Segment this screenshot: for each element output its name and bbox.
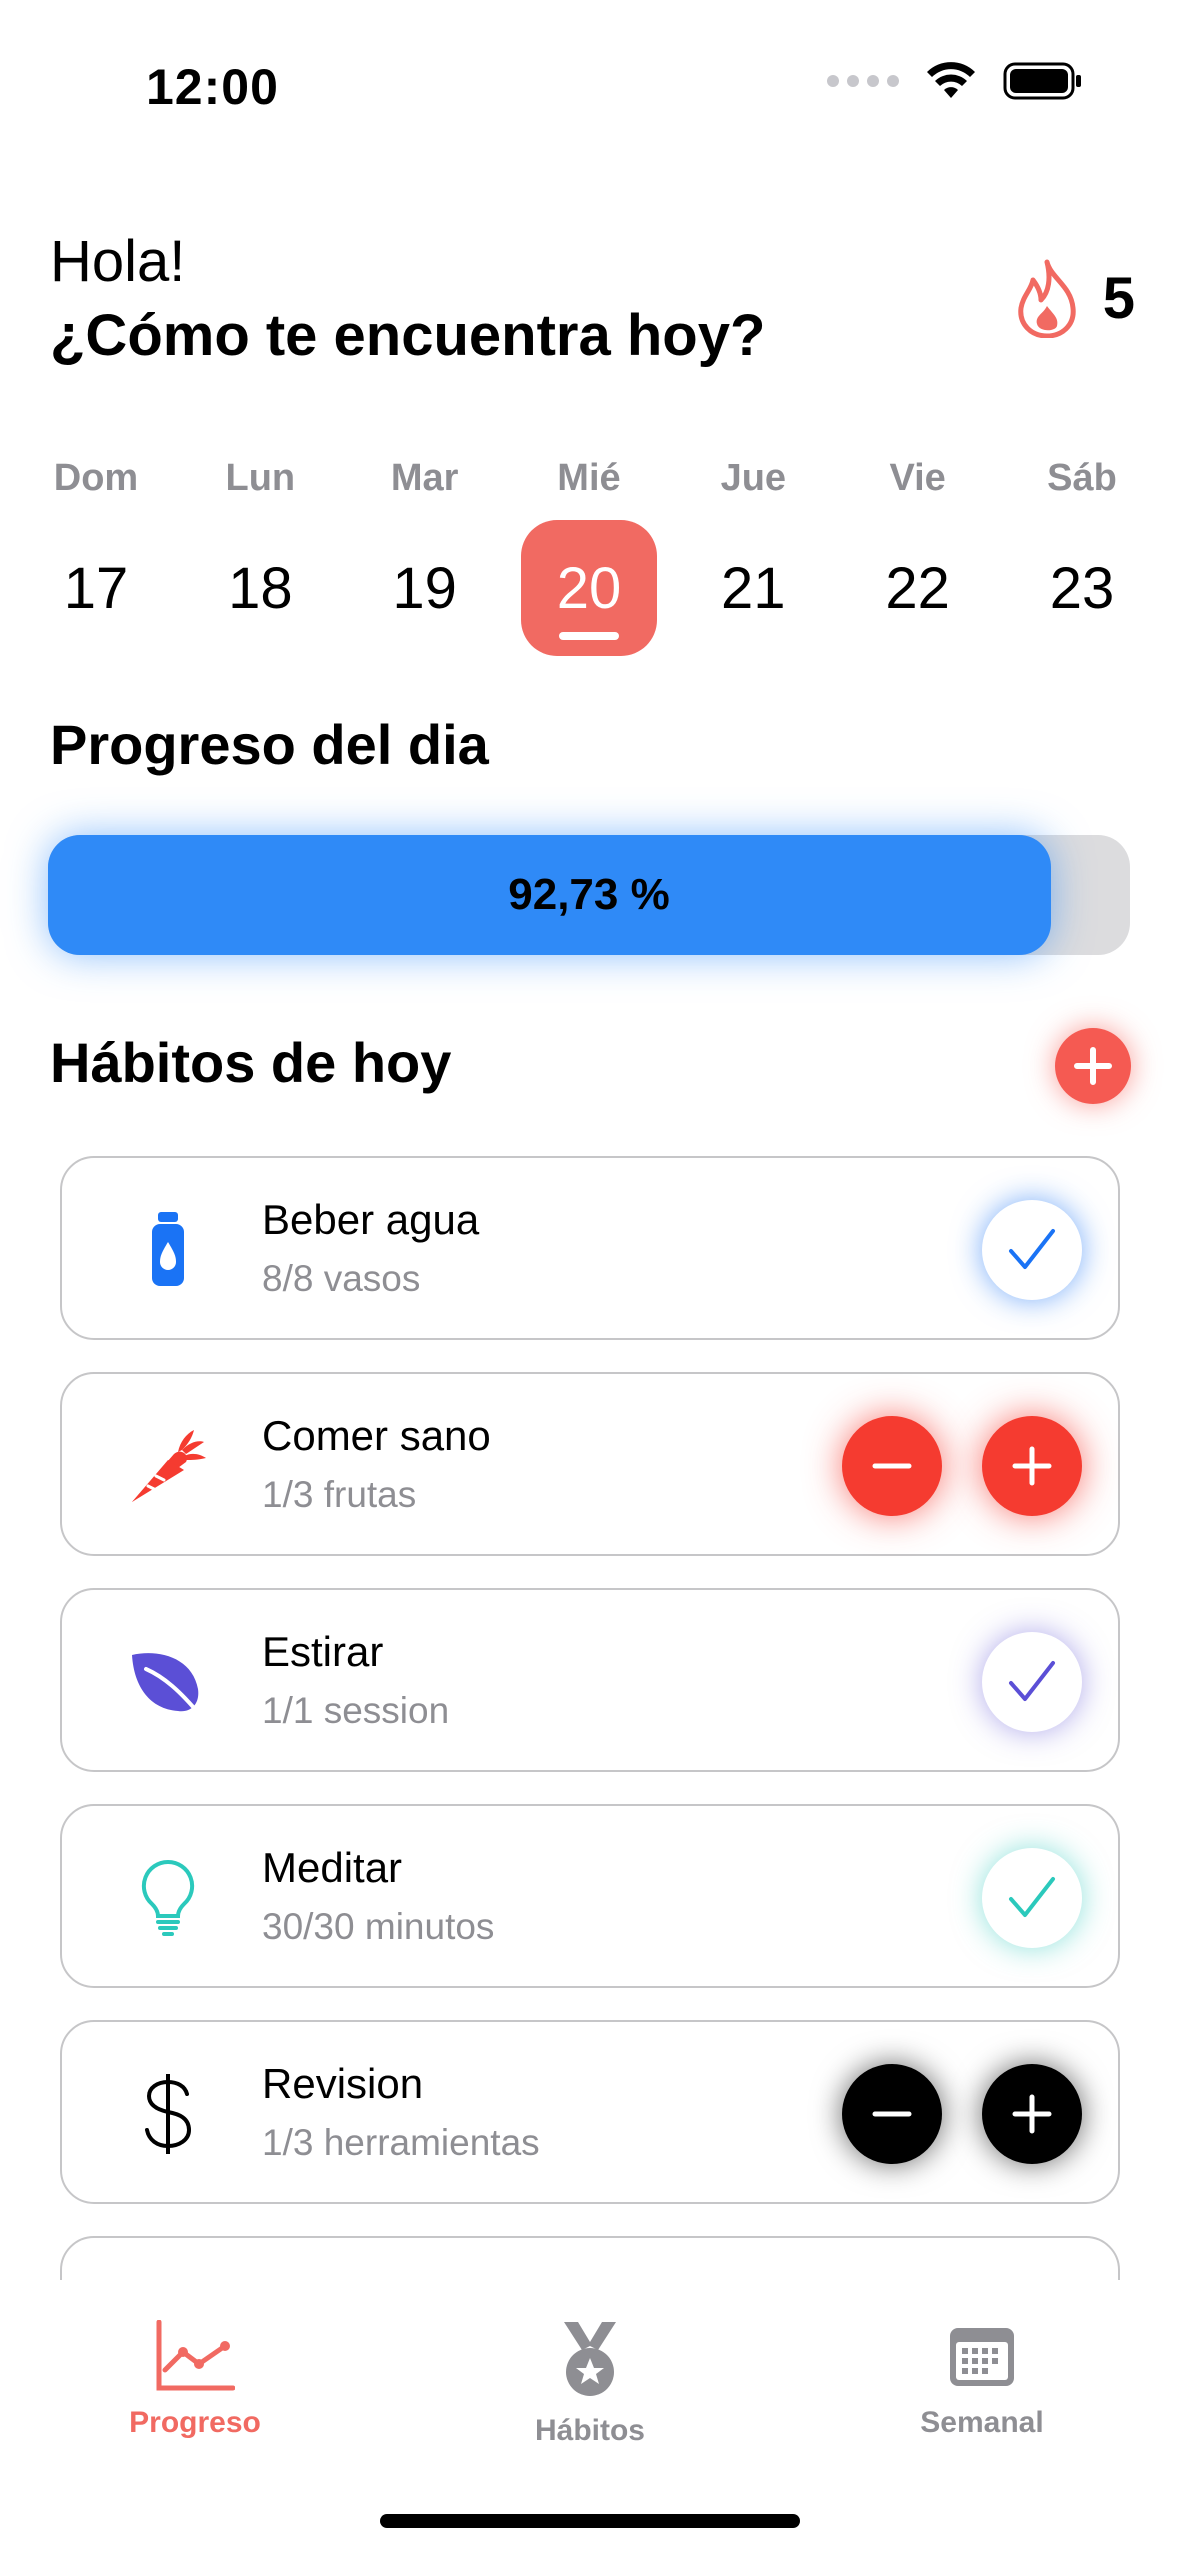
greeting: Hola! ¿Cómo te encuentra hoy? <box>50 225 765 373</box>
habit-card-meditar[interactable]: Meditar 30/30 minutos <box>60 1804 1120 1988</box>
habit-progress: 1/1 session <box>262 1690 450 1731</box>
checkmark-icon <box>1009 1229 1055 1269</box>
day-monday[interactable]: Lun 18 <box>192 448 328 656</box>
decrement-button[interactable] <box>842 1416 942 1516</box>
day-wednesday-selected[interactable]: Mié 20 <box>520 448 657 656</box>
habit-progress: 8/8 vasos <box>262 1258 421 1299</box>
day-name: Lun <box>225 457 296 499</box>
day-number: 19 <box>392 555 457 621</box>
lightbulb-icon <box>118 1848 218 1948</box>
leaf-icon <box>118 1632 218 1732</box>
habit-name: Beber agua <box>262 1196 480 1243</box>
day-saturday[interactable]: Sáb 23 <box>1014 448 1150 656</box>
flame-icon <box>1018 259 1076 338</box>
day-name: Dom <box>53 457 139 499</box>
habit-list[interactable]: Beber agua 8/8 vasos Comer sano 1/3 frut… <box>60 1156 1120 2280</box>
battery-icon <box>1003 62 1081 100</box>
carrot-icon <box>118 1416 218 1516</box>
habit-complete-button[interactable] <box>982 1848 1082 1948</box>
status-bar: 12:00 <box>0 0 1179 170</box>
increment-button[interactable] <box>982 1416 1082 1516</box>
day-number: 18 <box>228 555 293 621</box>
day-number: 17 <box>63 555 129 621</box>
tab-label: Semanal <box>920 2406 1044 2439</box>
add-habit-button[interactable] <box>1055 1028 1131 1104</box>
day-number: 23 <box>1049 555 1115 621</box>
streak-counter[interactable]: 5 <box>1013 258 1135 338</box>
calendar-icon <box>950 2328 1014 2386</box>
greeting-hello: Hola! <box>50 229 186 294</box>
tab-progreso[interactable]: Progreso <box>75 2320 315 2440</box>
progress-title: Progreso del dia <box>50 713 489 776</box>
dollar-icon <box>118 2064 218 2164</box>
habit-progress: 1/3 herramientas <box>262 2122 540 2163</box>
progress-label: 92,73 % <box>508 870 670 919</box>
plus-icon <box>1012 1446 1052 1486</box>
wifi-icon <box>927 62 975 98</box>
greeting-question: ¿Cómo te encuentra hoy? <box>50 303 766 368</box>
week-calendar: Dom 17 Lun 18 Mar 19 Mié 20 Jue 21 Vie 2… <box>28 448 1150 656</box>
medal-icon <box>564 2322 616 2396</box>
progress-bar: 92,73 % <box>48 835 1130 955</box>
chart-line-icon <box>156 2320 235 2391</box>
increment-button[interactable] <box>982 2064 1082 2164</box>
day-name: Mar <box>390 457 459 499</box>
habit-complete-button[interactable] <box>982 1632 1082 1732</box>
habit-name: Revision <box>262 2060 424 2107</box>
habit-complete-button[interactable] <box>982 1200 1082 1300</box>
day-name: Vie <box>889 457 946 499</box>
day-number: 22 <box>885 555 950 621</box>
habit-progress: 1/3 frutas <box>262 1474 417 1515</box>
day-tuesday[interactable]: Mar 19 <box>357 448 493 656</box>
habit-name: Comer sano <box>262 1412 491 1459</box>
day-friday[interactable]: Vie 22 <box>850 448 986 656</box>
habit-progress: 30/30 minutos <box>262 1906 495 1947</box>
plus-circle-icon <box>1074 1047 1112 1085</box>
tab-label: Progreso <box>129 2406 261 2439</box>
minus-icon <box>872 2111 912 2117</box>
cellular-dots-icon <box>827 75 899 87</box>
home-indicator <box>380 2514 800 2528</box>
day-name: Jue <box>720 457 787 499</box>
habit-card-beber-agua[interactable]: Beber agua 8/8 vasos <box>60 1156 1120 1340</box>
checkmark-icon <box>1009 1661 1055 1701</box>
habit-card-partial[interactable] <box>60 2236 1120 2280</box>
streak-count: 5 <box>1102 265 1135 331</box>
status-icons <box>827 62 1083 100</box>
day-number-selected: 20 <box>520 520 657 656</box>
decrement-button[interactable] <box>842 2064 942 2164</box>
habits-title: Hábitos de hoy <box>50 1031 452 1094</box>
tab-habitos[interactable]: Hábitos <box>470 2320 710 2448</box>
status-time: 12:00 <box>146 59 279 115</box>
checkmark-icon <box>1009 1877 1055 1917</box>
day-name: Mié <box>557 457 621 499</box>
tab-label: Hábitos <box>534 2414 645 2447</box>
day-number: 21 <box>721 555 786 621</box>
plus-icon <box>1012 2094 1052 2134</box>
day-name: Sáb <box>1047 457 1117 499</box>
habit-card-estirar[interactable]: Estirar 1/1 session <box>60 1588 1120 1772</box>
minus-icon <box>872 1463 912 1469</box>
habit-name: Meditar <box>262 1844 403 1891</box>
habit-name: Estirar <box>262 1628 384 1675</box>
habit-card-revision[interactable]: Revision 1/3 herramientas <box>60 2020 1120 2204</box>
habit-card-comer-sano[interactable]: Comer sano 1/3 frutas <box>60 1372 1120 1556</box>
day-sunday[interactable]: Dom 17 <box>28 448 164 656</box>
tab-semanal[interactable]: Semanal <box>862 2320 1102 2440</box>
water-bottle-icon <box>118 1200 218 1300</box>
day-thursday[interactable]: Jue 21 <box>685 448 821 656</box>
